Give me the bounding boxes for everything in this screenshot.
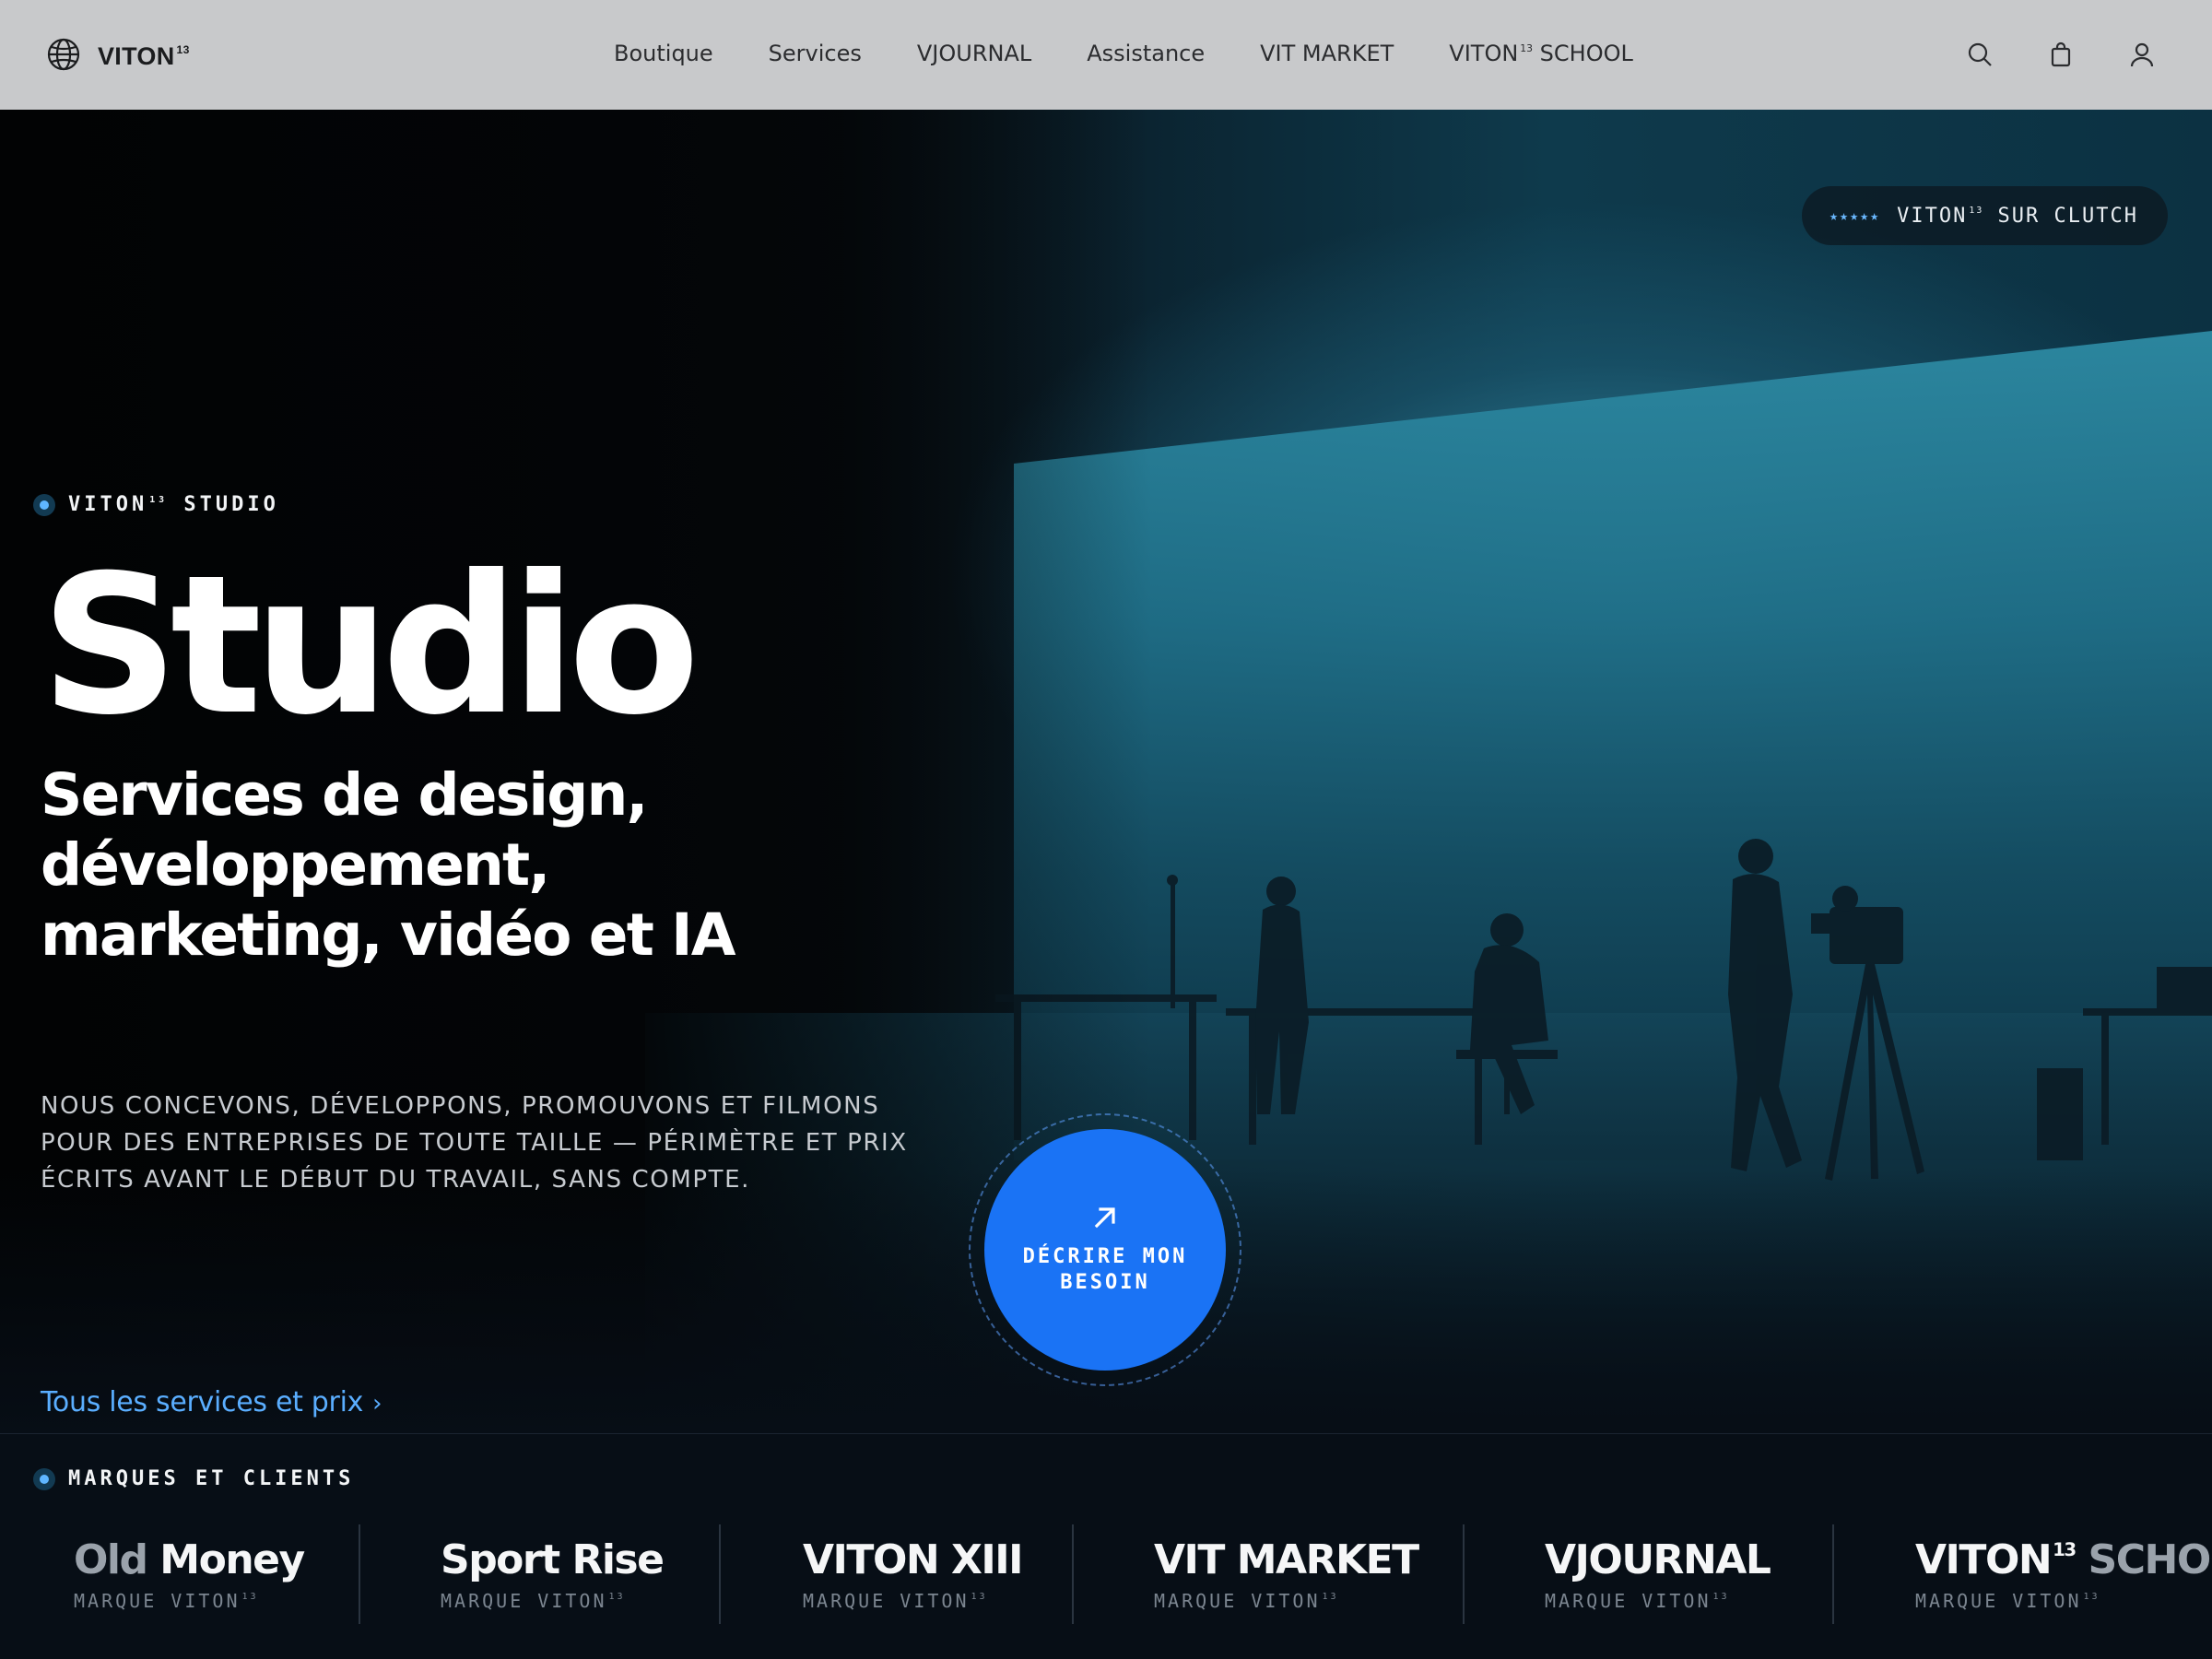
- search-icon[interactable]: [1967, 41, 1993, 68]
- all-services-link[interactable]: Tous les services et prix ›: [41, 1386, 382, 1418]
- brands-eyebrow-label: MARQUES ET CLIENTS: [68, 1467, 355, 1490]
- menu-item-vit-market[interactable]: VIT MARKET: [1260, 41, 1394, 66]
- describe-need-label: DÉCRIRE MON BESOIN: [1022, 1245, 1188, 1294]
- hero-section: ★★★★★ VITON 13 SUR CLUTCH VITON 13 STUDIO …: [0, 110, 2212, 1433]
- chevron-right-icon: ›: [372, 1390, 382, 1418]
- brand-superscript: 13: [176, 43, 190, 57]
- arrow-up-right-icon: [1094, 1207, 1115, 1229]
- user-icon[interactable]: [2129, 41, 2155, 68]
- brand-item-caption: MARQUE VITON 13: [441, 1590, 626, 1612]
- menu-item-vjournal[interactable]: VJOURNAL: [917, 41, 1031, 66]
- brand-item-name: VJOURNAL: [1545, 1536, 1771, 1583]
- brand-item-viton-school[interactable]: VITON13 SCHOOL MARQUE VITON13: [1832, 1520, 2212, 1626]
- globe-icon: [46, 37, 81, 76]
- menu-item-assistance[interactable]: Assistance: [1087, 41, 1205, 66]
- hero-description: NOUS CONCEVONS, DÉVELOPPONS, PROMOUVONS …: [41, 1092, 908, 1194]
- brands-section: MARQUES ET CLIENTS Old Money MARQUE VITO…: [0, 1433, 2212, 1659]
- brand-item-viton-xiii[interactable]: VITON XIII MARQUE VITON 13: [719, 1520, 1024, 1626]
- nav-actions: [1967, 41, 2155, 68]
- brand-item-vjournal[interactable]: VJOURNAL MARQUE VITON 13: [1463, 1520, 1771, 1626]
- brand-item-name: VITON XIII: [803, 1536, 1024, 1583]
- menu-item-services[interactable]: Services: [769, 41, 862, 66]
- brand-item-caption: MARQUE VITON 13: [803, 1590, 988, 1612]
- page-subtitle: Services de design, développement, marke…: [41, 761, 736, 969]
- clutch-rating-badge[interactable]: ★★★★★ VITON 13 SUR CLUTCH: [1802, 186, 2168, 245]
- brand-logo[interactable]: VITON 13: [46, 37, 190, 76]
- main-menu: Boutique Services VJOURNAL Assistance VI…: [614, 41, 1633, 66]
- brand-item-caption: MARQUE VITON 13: [1915, 1590, 2100, 1612]
- rating-stars-icon: ★★★★★: [1830, 207, 1881, 224]
- brand-item-old-money[interactable]: Old Money MARQUE VITON 13: [74, 1520, 305, 1626]
- brand-item-name: VITON13 SCHOOL: [1915, 1536, 2212, 1583]
- brand-item-caption: MARQUE VITON 13: [1545, 1590, 1730, 1612]
- menu-item-boutique[interactable]: Boutique: [614, 41, 713, 66]
- page-title: Studio: [41, 535, 700, 758]
- hero-eyebrow: VITON 13 STUDIO: [33, 493, 279, 516]
- brand-item-name: Old Money: [74, 1536, 305, 1583]
- brand-name: VITON 13: [98, 42, 190, 70]
- brand-item-name: VIT MARKET: [1154, 1536, 1419, 1583]
- brand-item-caption: MARQUE VITON 13: [74, 1590, 259, 1612]
- brand-list: Old Money MARQUE VITON 13 Sport Rise MARQ…: [0, 1520, 2212, 1626]
- status-dot-icon: [33, 493, 55, 516]
- status-dot-icon: [33, 1467, 55, 1490]
- menu-item-viton-school[interactable]: VITON 13 SCHOOL: [1449, 41, 1633, 66]
- brand-item-caption: MARQUE VITON 13: [1154, 1590, 1339, 1612]
- hero-eyebrow-label: VITON 13 STUDIO: [68, 493, 279, 516]
- bag-icon[interactable]: [2048, 41, 2074, 68]
- brand-item-sport-rise[interactable]: Sport Rise MARQUE VITON 13: [359, 1520, 665, 1626]
- brand-item-vit-market[interactable]: VIT MARKET MARQUE VITON 13: [1072, 1520, 1419, 1626]
- describe-need-button[interactable]: DÉCRIRE MON BESOIN: [984, 1129, 1226, 1371]
- clutch-badge-label: VITON 13 SUR CLUTCH: [1897, 204, 2138, 228]
- brand-item-name: Sport Rise: [441, 1536, 665, 1583]
- top-navigation: VITON 13 Boutique Services VJOURNAL Assis…: [0, 0, 2212, 110]
- brands-eyebrow: MARQUES ET CLIENTS: [33, 1467, 354, 1490]
